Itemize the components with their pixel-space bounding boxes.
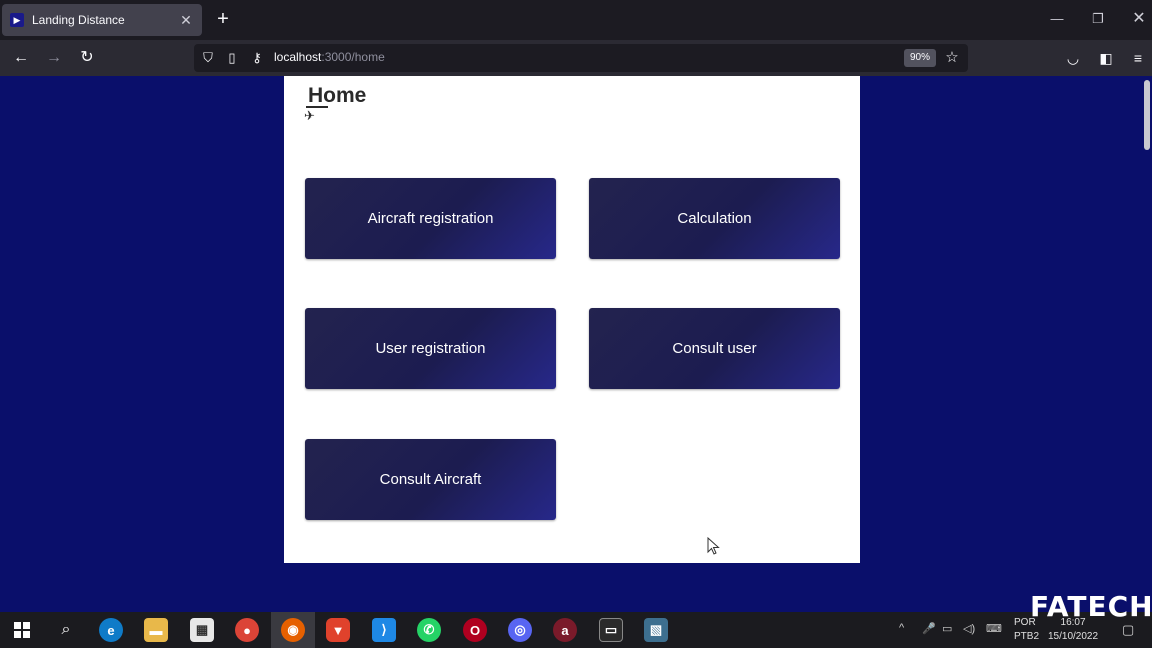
volume-icon[interactable]: ◁) [963, 622, 975, 635]
notification-icon[interactable]: ▢ [1122, 622, 1134, 638]
url-host: localhost [274, 50, 322, 64]
browser-nav-bar: ← → ↻ ⛉ ▯ ⚷ localhost:3000/home 90% ☆ ◡ … [0, 40, 1152, 76]
vm-app-icon[interactable]: ▧ [644, 618, 668, 642]
url-path: :3000/home [321, 50, 385, 64]
airplane-icon: ✈ [304, 108, 315, 123]
extensions-icon[interactable]: ◧ [1095, 47, 1117, 69]
scrollbar-thumb[interactable] [1144, 80, 1150, 150]
window-close-icon[interactable]: ✕ [1124, 8, 1152, 30]
back-arrow-icon[interactable]: ← [10, 47, 32, 69]
url-bar[interactable]: ⛉ ▯ ⚷ localhost:3000/home 90% ☆ [194, 44, 968, 72]
file-explorer-icon[interactable]: ▬ [144, 618, 168, 642]
page-viewport: Home ✈ Aircraft registration Calculation… [0, 76, 1152, 612]
tab-title: Landing Distance [32, 13, 125, 27]
brave-icon[interactable]: ▼ [326, 618, 350, 642]
search-icon[interactable]: ⌕ [54, 618, 78, 642]
shield-icon[interactable]: ⛉ [198, 48, 218, 68]
minimize-icon[interactable]: — [1042, 8, 1072, 30]
key-icon[interactable]: ⚷ [247, 48, 267, 68]
new-tab-button[interactable]: + [212, 8, 234, 30]
app-favicon-icon: ▶ [10, 13, 24, 27]
url-text[interactable]: localhost:3000/home [274, 50, 385, 64]
zoom-level-badge[interactable]: 90% [904, 49, 937, 67]
edge-browser-icon[interactable]: e [99, 618, 123, 642]
consult-aircraft-button[interactable]: Consult Aircraft [305, 439, 556, 520]
menu-hamburger-icon[interactable]: ≡ [1127, 47, 1149, 69]
bookmark-star-icon[interactable]: ☆ [942, 48, 962, 68]
mouse-pointer-icon [707, 537, 720, 555]
microphone-icon[interactable]: 🎤 [922, 622, 936, 635]
restore-icon[interactable]: ❐ [1083, 8, 1113, 30]
page-title: Home [308, 84, 367, 107]
page-scrollbar[interactable] [1144, 76, 1150, 612]
clock-date: 15/10/2022 [1048, 631, 1099, 642]
keyboard-layout: PTB2 [1014, 631, 1040, 642]
calculation-button[interactable]: Calculation [589, 178, 840, 259]
firefox-icon[interactable]: ◉ [281, 618, 305, 642]
pocket-icon[interactable]: ◡ [1062, 47, 1084, 69]
windows-taskbar: ⌕ e ▬ ▦ ● ◉ ▼ ⟩ ✆ O ◎ a ▭ ▧ ^ 🎤 ▭ ◁) ⌨ P… [0, 612, 1152, 648]
vscode-icon[interactable]: ⟩ [372, 618, 396, 642]
aircraft-registration-button[interactable]: Aircraft registration [305, 178, 556, 259]
chrome-icon[interactable]: ● [235, 618, 259, 642]
browser-tab[interactable]: ▶ Landing Distance ✕ [2, 4, 202, 36]
home-card: Home ✈ Aircraft registration Calculation… [284, 76, 860, 563]
network-icon[interactable]: ▭ [942, 622, 952, 635]
discord-icon[interactable]: ◎ [508, 618, 532, 642]
reload-icon[interactable]: ↻ [76, 47, 98, 69]
windows-start-icon[interactable] [10, 618, 34, 642]
store-icon[interactable]: ▦ [190, 618, 214, 642]
keyboard-icon[interactable]: ⌨ [986, 622, 1002, 635]
user-registration-button[interactable]: User registration [305, 308, 556, 389]
watermark-logo: FATECH [1030, 590, 1152, 623]
app-a-icon[interactable]: a [553, 618, 577, 642]
tab-close-icon[interactable]: ✕ [178, 12, 194, 29]
terminal-icon[interactable]: ▭ [599, 618, 623, 642]
opera-icon[interactable]: O [463, 618, 487, 642]
browser-tab-bar: ▶ Landing Distance ✕ + — ❐ ✕ [0, 0, 1152, 40]
forward-arrow-icon[interactable]: → [43, 47, 65, 69]
consult-user-button[interactable]: Consult user [589, 308, 840, 389]
whatsapp-icon[interactable]: ✆ [417, 618, 441, 642]
tray-chevron-icon[interactable]: ^ [899, 622, 904, 634]
page-icon[interactable]: ▯ [222, 48, 242, 68]
